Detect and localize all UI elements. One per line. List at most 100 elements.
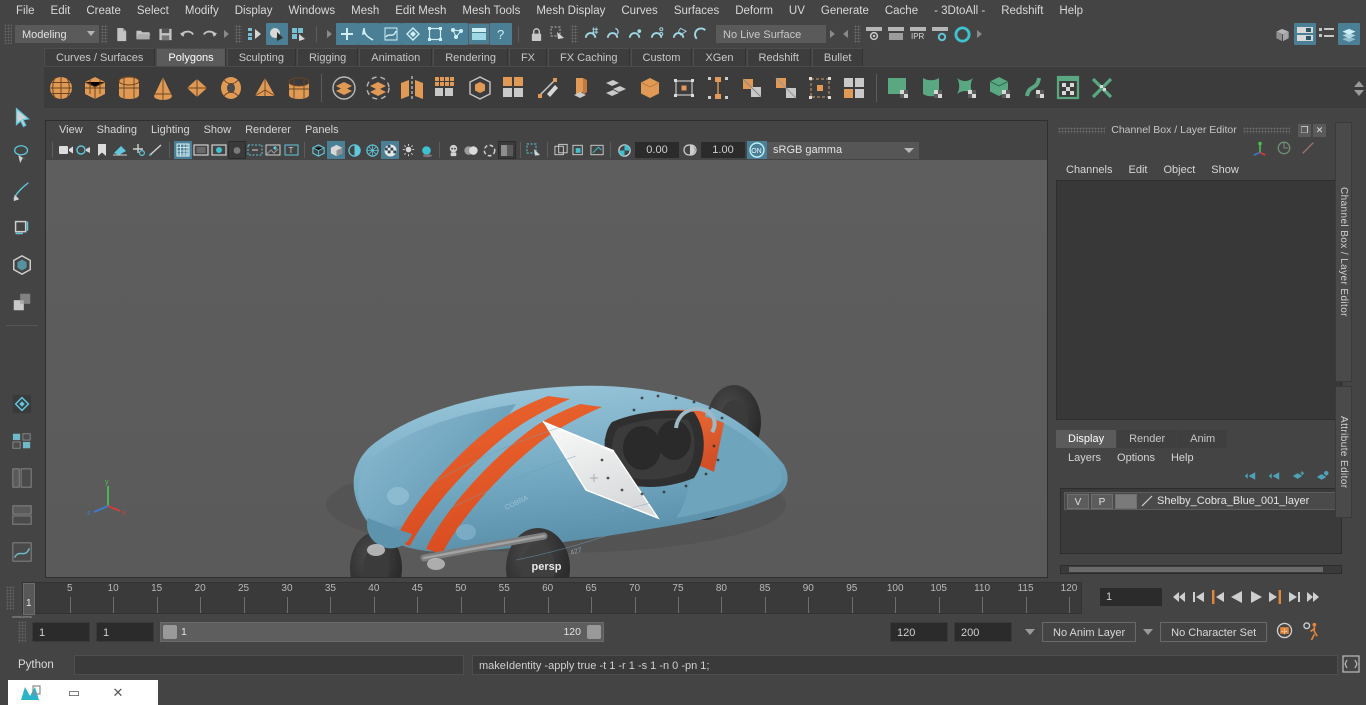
range-handle-left[interactable] [163,625,177,639]
layer-row[interactable]: V P Shelby_Cobra_Blue_001_layer [1064,492,1338,510]
xray-icon[interactable] [552,141,570,159]
xray-active-components-icon[interactable] [588,141,606,159]
viewport-menu-view[interactable]: View [52,121,90,140]
play-backwards-icon[interactable] [1229,586,1245,608]
exposure-field[interactable]: 0.00 [635,142,679,158]
connect-icon[interactable] [667,71,701,105]
poly-quad-draw-icon[interactable] [837,71,871,105]
resolution-gate-icon[interactable] [210,141,228,159]
viewport-menu-panels[interactable]: Panels [298,121,346,140]
multisample-icon[interactable] [480,141,498,159]
viewport-menu-lighting[interactable]: Lighting [144,121,197,140]
layer-tab-display[interactable]: Display [1056,430,1117,448]
status-expand-2-icon[interactable] [327,30,332,38]
channelbox-menu-channels[interactable]: Channels [1058,160,1120,180]
safe-action-icon[interactable] [264,141,282,159]
redo-render-icon[interactable] [885,23,907,45]
make-live-icon[interactable] [446,23,468,45]
menu-modify[interactable]: Modify [177,0,227,22]
poly-sphere-icon[interactable] [44,71,78,105]
shelf-tab-xgen[interactable]: XGen [693,48,746,66]
menu-set-selector[interactable]: Modeling [15,25,99,43]
range-bar[interactable]: 1 120 [160,622,604,642]
step-forward-frame-icon[interactable] [1286,586,1302,608]
camera-attributes-icon[interactable] [75,141,93,159]
snap-to-point-icon[interactable] [380,23,402,45]
isolate-select-icon[interactable] [525,141,543,159]
snap-magnet-point-icon[interactable] [624,23,646,45]
uv-editor-icon[interactable] [1052,71,1086,105]
shelf-tab-fx-caching[interactable]: FX Caching [548,48,630,66]
last-tool-button[interactable] [0,385,44,422]
multi-cut-icon[interactable] [599,71,633,105]
shelf-tab-curves-surfaces[interactable]: Curves / Surfaces [44,48,156,66]
viewport-canvas[interactable]: COBRA 427 y z x persp [46,160,1047,577]
shelf-scroll-arrows[interactable] [1353,78,1364,114]
go-to-start-icon[interactable] [1172,586,1188,608]
outliner-layout-button[interactable] [0,459,44,496]
transform-component-icon[interactable] [803,71,837,105]
status-collapse-icon[interactable] [843,30,848,38]
lock-icon[interactable] [525,23,547,45]
poly-torus-icon[interactable] [214,71,248,105]
new-layer-icon[interactable] [1291,470,1306,485]
channelbox-menu-object[interactable]: Object [1155,160,1203,180]
shadows-icon[interactable] [417,141,435,159]
menu-help[interactable]: Help [1051,0,1091,22]
two-d-pan-zoom-icon[interactable] [129,141,147,159]
character-set-chevron-down-icon[interactable] [1143,629,1154,635]
menu-edit[interactable]: Edit [43,0,79,22]
auto-keyframe-icon[interactable]: -|- [1275,621,1294,643]
snap-to-grid-icon[interactable] [336,23,358,45]
use-default-light-icon[interactable] [399,141,417,159]
poly-pyramid-icon[interactable] [248,71,282,105]
menu-uv[interactable]: UV [781,0,813,22]
step-back-key-icon[interactable] [1210,586,1226,608]
restore-icon[interactable]: ▭ [52,680,96,705]
layer-playback-toggle[interactable]: P [1091,493,1113,509]
viewport-menu-shading[interactable]: Shading [90,121,144,140]
film-gate-icon[interactable] [192,141,210,159]
show-channel-box-icon[interactable] [1338,23,1360,45]
snap-magnet-plane-icon[interactable] [668,23,690,45]
separate-icon[interactable] [361,71,395,105]
layer-list[interactable]: V P Shelby_Cobra_Blue_001_layer [1060,488,1342,554]
step-forward-key-icon[interactable] [1267,586,1283,608]
title-safe-icon[interactable]: T [282,141,300,159]
panel-grip-left[interactable] [1058,126,1106,134]
persp-outliner-layout-button[interactable] [0,496,44,533]
smooth-icon[interactable] [429,71,463,105]
sidebar-tab-attribute-editor[interactable]: Attribute Editor [1335,386,1352,518]
render-current-frame-icon[interactable] [863,23,885,45]
snap-magnet-grid-icon[interactable] [580,23,602,45]
attributes-icon[interactable] [1276,140,1292,159]
range-slider-grip[interactable] [18,621,26,643]
taskbar-window-entry[interactable]: ▭ ✕ [8,680,158,705]
bookmark-icon[interactable] [93,141,111,159]
menu-create[interactable]: Create [78,0,129,22]
extrude-icon[interactable] [497,71,531,105]
shade-flat-icon[interactable] [345,141,363,159]
bevel-icon[interactable] [701,71,735,105]
layer-tab-render[interactable]: Render [1117,430,1178,448]
new-layer-from-selected-icon[interactable] [1315,470,1330,485]
layer-visibility-toggle[interactable]: V [1067,493,1089,509]
status-expand-3-icon[interactable] [830,30,835,38]
uv-planar-icon[interactable] [882,71,916,105]
layer-color-swatch[interactable] [1115,493,1137,509]
poly-unite-icon[interactable] [769,71,803,105]
bridge-icon[interactable] [531,71,565,105]
menu-curves[interactable]: Curves [613,0,665,22]
shelf-tab-redshift[interactable]: Redshift [746,48,811,66]
select-tool-button[interactable] [0,98,44,135]
select-by-hierarchy-icon[interactable] [244,23,266,45]
character-set-select[interactable]: No Character Set [1160,622,1268,642]
snap-to-view-plane-icon[interactable] [424,23,446,45]
shelf-tab-fx[interactable]: FX [508,48,548,66]
undock-icon[interactable]: ❐ [1298,123,1311,137]
sidebar-tab-channel-box[interactable]: Channel Box / Layer Editor [1335,122,1352,382]
channel-box-list[interactable] [1056,180,1342,420]
maya-app-icon[interactable] [8,680,52,705]
help-icon[interactable]: ? [490,23,512,45]
layer-menu-options[interactable]: Options [1109,448,1163,468]
